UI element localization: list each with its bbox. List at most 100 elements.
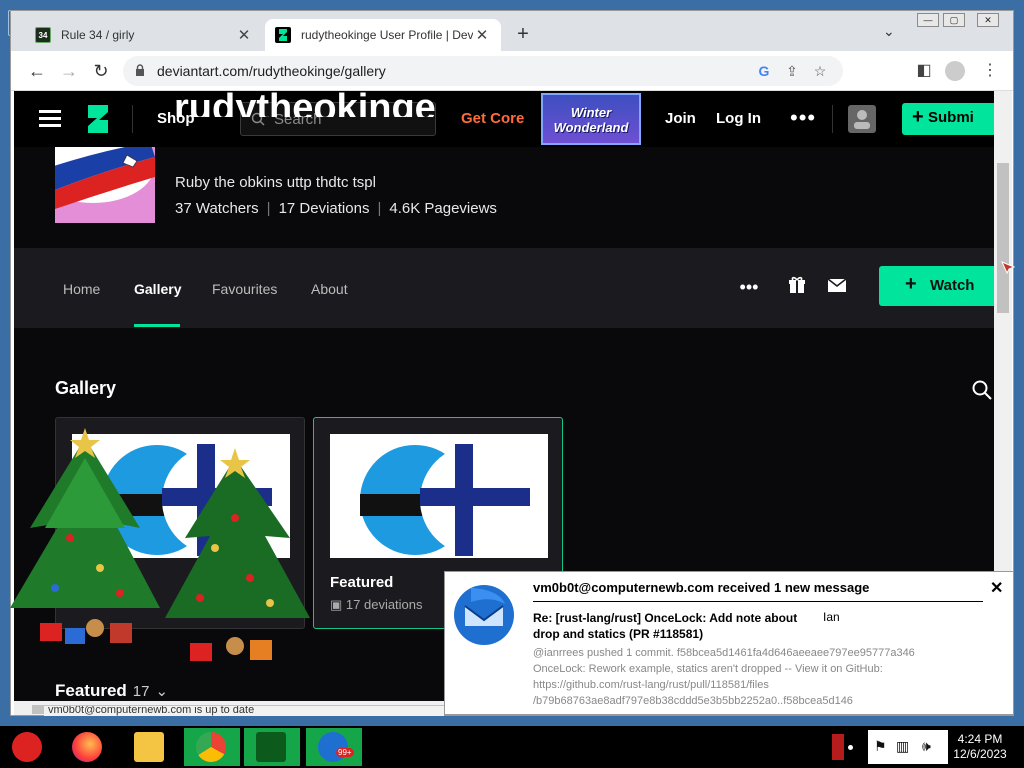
sidebar-icon[interactable]: ◧	[913, 60, 935, 82]
watchers-count[interactable]: 37 Watchers	[175, 200, 259, 217]
minimize-button[interactable]: —	[917, 13, 939, 27]
watch-label: Watch	[930, 277, 975, 294]
google-icon[interactable]: G	[755, 62, 773, 80]
menu-kebab-icon[interactable]: ⋮	[979, 60, 1001, 82]
profile-subnav: Home Gallery Favourites About ••• + Watc…	[14, 248, 994, 328]
deviantart-logo-icon[interactable]	[84, 103, 112, 135]
active-tab-indicator	[134, 324, 180, 327]
network-icon[interactable]: ▥	[896, 738, 909, 755]
tray-indicator	[832, 734, 844, 760]
thunderbird-icon	[454, 585, 514, 645]
notification-subject[interactable]: Re: [rust-lang/rust] OnceLock: Add note …	[533, 610, 803, 642]
tab-favicon: 34	[35, 27, 51, 43]
tab-favourites[interactable]: Favourites	[212, 281, 277, 297]
notification-header: vm0b0t@computernewb.com received 1 new m…	[533, 580, 870, 595]
featured-section-header[interactable]: Featured 17 ⌄	[55, 681, 168, 701]
mail-icon[interactable]	[826, 276, 848, 298]
deviantart-top-nav: Shop Search Get Core Winter Wonderland J…	[14, 91, 994, 147]
tab-close-icon[interactable]: ✕	[473, 26, 491, 44]
file-explorer-icon[interactable]	[122, 728, 178, 766]
body-line: /b79b68763ae8adf797e8b38cddd5e3b5bb2252a…	[533, 695, 853, 707]
profile-tagline: Ruby the obkins uttp thdtc tspl	[175, 174, 376, 191]
join-link[interactable]: Join	[665, 110, 696, 127]
tab-title: rudytheokinge User Profile | Devi	[301, 28, 473, 42]
taskbar: 99+ ⚑ ▥ 🕪 4:24 PM 12/6/2023	[0, 726, 1024, 768]
tab-close-icon[interactable]: ✕	[235, 26, 253, 44]
body-line: https://github.com/rust-lang/rust/pull/1…	[533, 679, 769, 691]
share-icon[interactable]: ⇪	[783, 62, 801, 80]
close-icon[interactable]: ✕	[990, 578, 1003, 598]
tab-title: Rule 34 / girly	[61, 28, 135, 42]
folder-thumbnail	[330, 434, 548, 558]
clock-date: 12/6/2023	[953, 747, 1007, 761]
profile-avatar-image[interactable]	[55, 147, 155, 223]
divider	[132, 105, 133, 133]
clock-time: 4:24 PM	[957, 732, 1003, 746]
card-count: ▣ 17 deviations	[330, 597, 423, 613]
divider	[533, 601, 983, 602]
system-tray[interactable]: ⚑ ▥ 🕪	[868, 730, 948, 764]
login-link[interactable]: Log In	[716, 110, 761, 127]
card-count-text: 17 deviations	[345, 597, 423, 612]
plus-icon: +	[905, 273, 917, 295]
gift-icon[interactable]	[786, 276, 808, 298]
reload-icon[interactable]: ↻	[89, 60, 113, 84]
profile-avatar-icon[interactable]	[945, 61, 965, 81]
new-tab-button[interactable]: +	[509, 21, 537, 49]
body-line: @ianrrees pushed 1 commit. f58bcea5d1461…	[533, 647, 915, 659]
body-line: OnceLock: Rework example, statics aren't…	[533, 663, 883, 675]
watch-button[interactable]: + Watch	[879, 266, 994, 306]
santa-start-icon[interactable]	[0, 728, 56, 766]
submit-label: Submi	[928, 109, 974, 126]
tab-about[interactable]: About	[311, 281, 348, 297]
back-arrow-icon[interactable]: ←	[25, 60, 49, 84]
lock-icon	[136, 64, 144, 76]
divider	[832, 105, 833, 133]
chrome-icon[interactable]	[184, 728, 240, 766]
bookmark-star-icon[interactable]: ☆	[811, 62, 829, 80]
taskbar-clock[interactable]: 4:24 PM 12/6/2023	[950, 732, 1010, 762]
winter-wonderland-promo[interactable]: Winter Wonderland	[541, 93, 641, 145]
unread-badge: 99+	[336, 748, 354, 757]
submit-button[interactable]: + Submi	[902, 103, 994, 135]
forward-arrow-icon[interactable]: →	[57, 60, 81, 84]
deviations-count[interactable]: 17 Deviations	[279, 200, 370, 217]
thunderbird-notification[interactable]: vm0b0t@computernewb.com received 1 new m…	[444, 571, 1014, 715]
omnibox[interactable]: deviantart.com/rudytheokinge/gallery ☆ ⇪…	[123, 56, 843, 86]
thunderbird-icon[interactable]: 99+	[306, 728, 362, 766]
notification-sender: Ian	[823, 610, 840, 624]
tab-rule34[interactable]: 34 Rule 34 / girly ✕	[25, 19, 263, 51]
get-core-link[interactable]: Get Core	[461, 110, 524, 127]
close-window-button[interactable]: ✕	[977, 13, 999, 27]
gallery-search-icon[interactable]	[972, 380, 992, 400]
gallery-heading: Gallery	[55, 378, 117, 398]
christmas-tree-icon[interactable]	[244, 728, 300, 766]
maximize-button[interactable]: ▢	[943, 13, 965, 27]
more-options-icon[interactable]: •••	[790, 105, 816, 131]
tray-dot	[848, 745, 853, 750]
promo-line-1: Winter	[570, 105, 612, 120]
hamburger-menu-icon[interactable]	[39, 110, 61, 128]
tab-gallery[interactable]: Gallery	[134, 281, 181, 297]
promo-line-2: Wonderland	[553, 120, 629, 135]
tab-search-chevron-icon[interactable]: ⌄	[883, 23, 895, 40]
firefox-icon[interactable]	[60, 728, 116, 766]
mouse-cursor-icon	[1001, 261, 1016, 274]
featured-count: 17	[132, 683, 150, 700]
more-options-icon[interactable]: •••	[738, 276, 760, 298]
url-text[interactable]: deviantart.com/rudytheokinge/gallery	[157, 63, 386, 79]
plus-icon: +	[912, 106, 924, 128]
user-avatar-icon[interactable]	[848, 105, 876, 133]
chevron-down-icon: ⌄	[155, 683, 169, 700]
scrollbar-thumb[interactable]	[997, 163, 1009, 313]
flag-icon[interactable]: ⚑	[874, 738, 887, 755]
address-bar: ← → ↻ deviantart.com/rudytheokinge/galle…	[11, 51, 1013, 91]
notification-body: @ianrrees pushed 1 commit. f58bcea5d1461…	[533, 645, 1003, 709]
tab-bar: 34 Rule 34 / girly ✕ rudytheokinge User …	[11, 11, 1013, 51]
profile-username: rudytheokinge	[174, 91, 436, 117]
tab-deviantart[interactable]: rudytheokinge User Profile | Devi ✕	[265, 19, 501, 51]
volume-icon[interactable]: 🕪	[922, 738, 931, 755]
tab-home[interactable]: Home	[63, 281, 100, 297]
pageviews-count: 4.6K Pageviews	[389, 200, 497, 217]
profile-stats: 37 Watchers | 17 Deviations | 4.6K Pageviews	[175, 200, 497, 217]
